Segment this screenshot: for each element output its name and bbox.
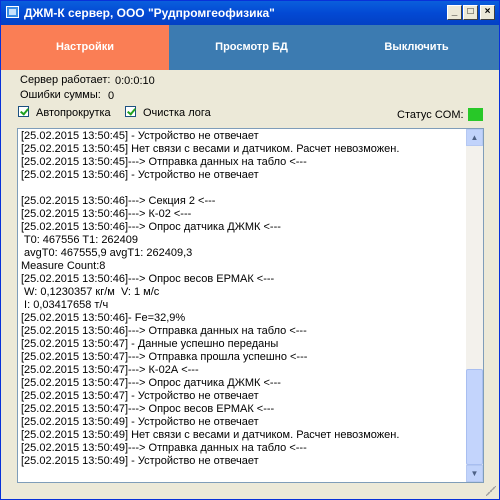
log-line: [25.02.2015 13:50:47] - Устройство не от…	[21, 390, 259, 402]
log-textbox[interactable]: [25.02.2015 13:50:45] - Устройство не от…	[17, 128, 484, 483]
server-running-label: Сервер работает:	[20, 74, 111, 86]
shutdown-button[interactable]: Выключить	[334, 25, 499, 70]
log-scrollbar[interactable]: ▲ ▼	[466, 129, 483, 482]
log-line: [25.02.2015 13:50:47]---> Опрос датчика …	[21, 377, 281, 389]
sum-errors-value: 0	[108, 90, 115, 102]
log-line: [25.02.2015 13:50:49]---> Отправка данны…	[21, 442, 307, 454]
server-running-value: 0:0:0:10	[115, 75, 155, 87]
app-window: ДЖМ-К сервер, ООО "Рудпромгеофизика" _ □…	[0, 0, 500, 500]
app-icon	[6, 6, 19, 18]
log-line: [25.02.2015 13:50:46]---> Отправка данны…	[21, 325, 307, 337]
clear-log-label[interactable]: Очистка лога	[143, 107, 211, 119]
resize-grip-icon[interactable]	[486, 486, 496, 496]
log-line: [25.02.2015 13:50:46] - Устройство не от…	[21, 169, 259, 181]
log-line: [25.02.2015 13:50:46]---> Опрос весов ЕР…	[21, 273, 275, 285]
log-line: Measure Count:8	[21, 260, 106, 272]
log-line: W: 0,1230357 кг/м V: 1 м/с	[21, 286, 160, 298]
minimize-button[interactable]: _	[447, 5, 462, 20]
title-bar[interactable]: ДЖМ-К сервер, ООО "Рудпромгеофизика" _ □…	[1, 1, 499, 25]
window-title: ДЖМ-К сервер, ООО "Рудпромгеофизика"	[24, 6, 275, 20]
sum-errors-label: Ошибки суммы:	[20, 89, 101, 101]
log-line: [25.02.2015 13:50:47]---> К-02А <---	[21, 364, 199, 376]
main-nav: Настройки Просмотр БД Выключить	[1, 25, 499, 70]
log-line: [25.02.2015 13:50:47]---> Отправка прошл…	[21, 351, 308, 363]
log-line: avgT0: 467555,9 avgT1: 262409,3	[21, 247, 193, 259]
log-line: I: 0,03417658 т/ч	[21, 299, 109, 311]
scroll-up-arrow-icon[interactable]: ▲	[466, 129, 483, 146]
view-db-button[interactable]: Просмотр БД	[169, 25, 334, 70]
log-line: [25.02.2015 13:50:47] - Данные успешно п…	[21, 338, 279, 350]
log-lines: [25.02.2015 13:50:45] - Устройство не от…	[21, 130, 466, 468]
log-line: [25.02.2015 13:50:49] - Устройство не от…	[21, 455, 259, 467]
autoscroll-checkbox[interactable]	[18, 106, 29, 117]
log-line: [25.02.2015 13:50:49] - Устройство не от…	[21, 416, 259, 428]
maximize-button[interactable]: □	[463, 5, 478, 20]
close-button[interactable]: ×	[480, 5, 495, 20]
log-line: T0: 467556 T1: 262409	[21, 234, 139, 246]
log-line: [25.02.2015 13:50:45] - Устройство не от…	[21, 130, 259, 142]
scroll-thumb[interactable]	[466, 369, 483, 465]
settings-button[interactable]: Настройки	[1, 25, 169, 70]
com-status-label: Статус COM:	[397, 109, 464, 121]
log-line: [25.02.2015 13:50:46]---> К-02 <---	[21, 208, 192, 220]
scroll-down-arrow-icon[interactable]: ▼	[466, 465, 483, 482]
log-line: [25.02.2015 13:50:46]- Fe=32,9%	[21, 312, 186, 324]
clear-log-checkbox[interactable]	[125, 106, 136, 117]
autoscroll-label[interactable]: Автопрокрутка	[36, 107, 111, 119]
log-line: [25.02.2015 13:50:45]---> Отправка данны…	[21, 156, 307, 168]
log-line: [25.02.2015 13:50:49] Нет связи с весами…	[21, 429, 400, 441]
status-panel: Сервер работает: 0:0:0:10 Ошибки суммы: …	[1, 70, 499, 128]
log-line: [25.02.2015 13:50:46]---> Опрос датчика …	[21, 221, 281, 233]
com-status-indicator	[468, 108, 483, 121]
log-line: [25.02.2015 13:50:46]---> Секция 2 <---	[21, 195, 216, 207]
log-line: [25.02.2015 13:50:47]---> Опрос весов ЕР…	[21, 403, 275, 415]
log-line: [25.02.2015 13:50:45] Нет связи с весами…	[21, 143, 400, 155]
